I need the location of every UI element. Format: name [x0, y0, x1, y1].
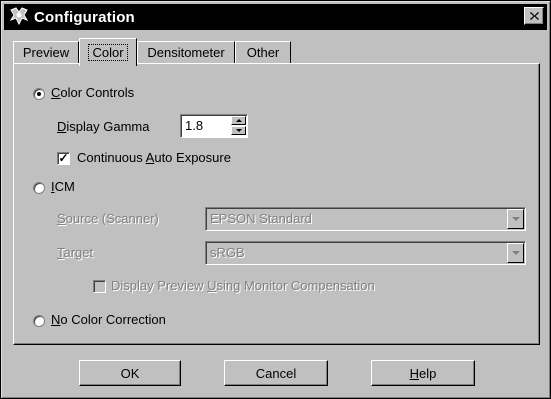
configuration-dialog: Configuration Preview Color Densitometer… — [0, 0, 551, 399]
tab-densitometer[interactable]: Densitometer — [137, 41, 235, 63]
tab-preview-label: Preview — [22, 45, 70, 60]
chevron-down-icon — [511, 217, 520, 221]
icm-label[interactable]: ICM — [51, 179, 75, 194]
continuous-auto-exposure-checkbox[interactable]: ✓ — [57, 152, 70, 165]
display-gamma-value: 1.8 — [185, 118, 204, 133]
title-bar: Configuration — [4, 4, 547, 30]
tab-preview[interactable]: Preview — [13, 41, 79, 63]
icm-radio[interactable] — [33, 182, 45, 194]
color-controls-label[interactable]: Color Controls — [51, 85, 134, 100]
help-button-label: Help — [409, 365, 437, 381]
ok-button[interactable]: OK — [79, 360, 181, 386]
arrow-up-icon — [235, 119, 242, 122]
monitor-compensation-checkbox[interactable] — [93, 280, 106, 293]
close-icon — [529, 12, 539, 20]
tab-other[interactable]: Other — [235, 41, 291, 63]
continuous-auto-exposure-label[interactable]: Continuous Auto Exposure — [77, 150, 231, 165]
display-gamma-spinbox[interactable]: 1.8 — [180, 114, 248, 138]
source-scanner-label: Source (Scanner) — [57, 211, 159, 226]
target-dropdown[interactable]: sRGB — [205, 241, 526, 265]
cancel-button[interactable]: Cancel — [224, 360, 328, 386]
monitor-compensation-label[interactable]: Display Preview Using Monitor Compensati… — [111, 278, 375, 293]
help-button[interactable]: Help — [371, 360, 475, 386]
color-tab-panel: Color Controls Display Gamma 1.8 ✓ Conti… — [13, 63, 540, 345]
display-gamma-label: Display Gamma — [57, 119, 150, 134]
chevron-down-icon — [511, 251, 520, 255]
arrow-down-icon — [235, 129, 242, 132]
target-dropdown-button[interactable] — [507, 243, 524, 263]
tab-color[interactable]: Color — [79, 38, 137, 66]
no-color-correction-label[interactable]: No Color Correction — [51, 312, 166, 327]
source-dropdown-button[interactable] — [507, 209, 524, 229]
tab-densitometer-label: Densitometer — [147, 45, 225, 60]
target-label: Target — [57, 245, 94, 260]
spin-down-button[interactable] — [231, 126, 246, 135]
window-title: Configuration — [34, 8, 135, 26]
tab-other-label: Other — [246, 45, 280, 60]
no-color-correction-radio[interactable] — [33, 315, 45, 327]
scanner-app-icon — [9, 7, 29, 26]
ok-button-label: OK — [120, 365, 140, 381]
source-scanner-value: EPSON Standard — [210, 211, 312, 226]
color-controls-radio[interactable] — [33, 88, 45, 100]
source-scanner-dropdown[interactable]: EPSON Standard — [205, 207, 526, 231]
target-value: sRGB — [210, 245, 245, 260]
cancel-button-label: Cancel — [255, 365, 297, 381]
spin-up-button[interactable] — [231, 116, 246, 125]
close-button[interactable] — [524, 7, 544, 25]
tab-color-label: Color — [88, 44, 128, 61]
